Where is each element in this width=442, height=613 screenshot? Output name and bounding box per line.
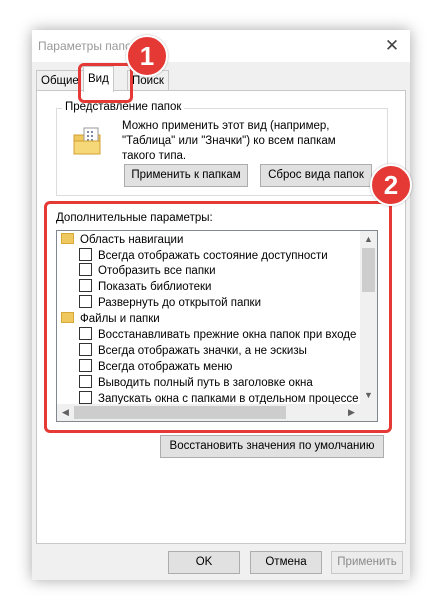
step-badge-2: 2	[370, 164, 412, 206]
folder-views-description: Можно применить этот вид (например, "Таб…	[122, 120, 336, 162]
folder-view-icon	[72, 127, 104, 155]
step-badge-1: 1	[126, 35, 168, 77]
title-bar: Параметры папок ✕	[32, 30, 410, 62]
cancel-button[interactable]: Отмена	[250, 551, 322, 574]
tab-general[interactable]: Общие	[36, 70, 84, 91]
highlight-advanced-settings	[44, 201, 392, 433]
apply-to-folders-button[interactable]: Применить к папкам	[124, 164, 248, 187]
tab-view[interactable]: Вид	[83, 66, 114, 92]
reset-folders-button[interactable]: Сброс вида папок	[260, 164, 372, 187]
window-title: Параметры папок	[38, 39, 137, 53]
ok-button[interactable]: OK	[168, 551, 240, 574]
apply-button[interactable]: Применить	[331, 551, 403, 574]
restore-defaults-button[interactable]: Восстановить значения по умолчанию	[160, 435, 384, 458]
close-icon[interactable]: ✕	[380, 34, 404, 58]
